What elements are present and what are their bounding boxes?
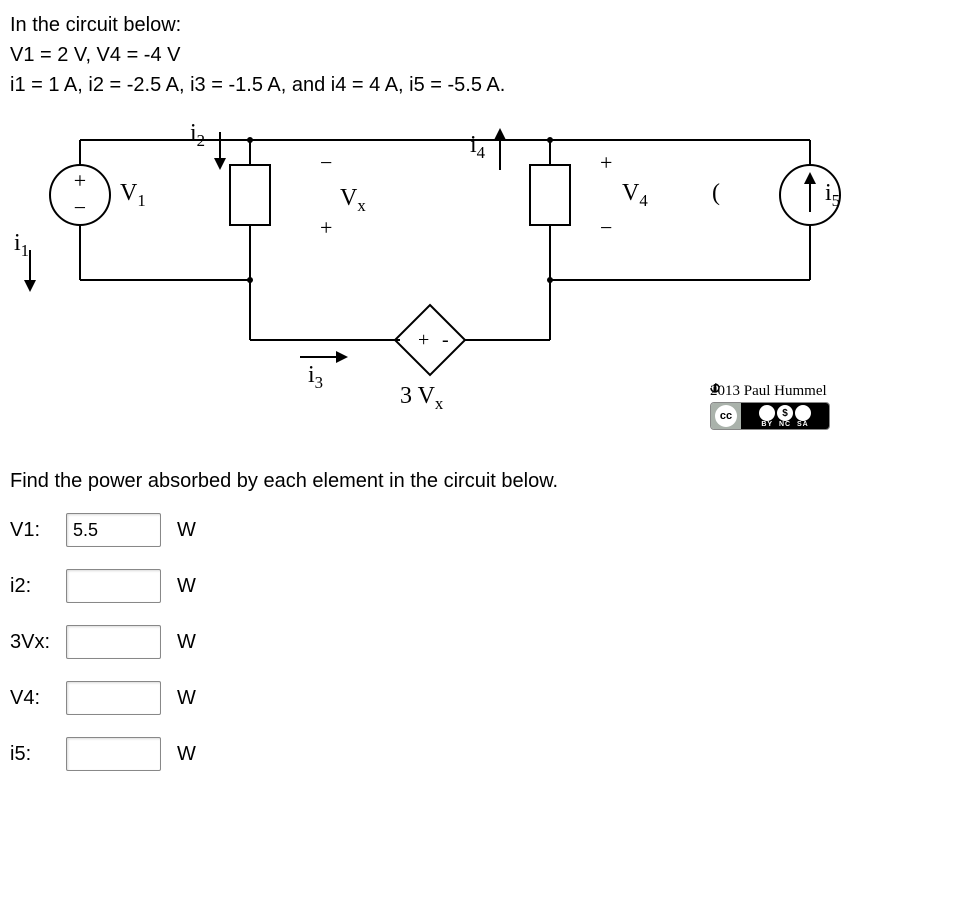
answer-input-i2[interactable] xyxy=(66,569,161,603)
cc-terms: $ BY NC SA xyxy=(741,403,829,429)
svg-text:−: − xyxy=(74,195,86,220)
circuit-diagram: + − + - xyxy=(10,120,850,440)
answer-row-3vx: 3Vx: W xyxy=(10,625,944,659)
cc-icon: cc xyxy=(711,403,741,429)
problem-line-3: i1 = 1 A, i2 = -2.5 A, i3 = -1.5 A, and … xyxy=(10,70,944,100)
answer-input-3vx[interactable] xyxy=(66,625,161,659)
answer-unit-3vx: W xyxy=(177,631,196,654)
answer-row-v1: V1: W xyxy=(10,513,944,547)
label-i1: i1 xyxy=(14,230,29,261)
label-i5-source: ( xyxy=(712,180,720,207)
cc-sa-icon xyxy=(795,405,811,421)
answer-label-3vx: 3Vx: xyxy=(10,631,60,654)
problem-line-1: In the circuit below: xyxy=(10,10,944,40)
svg-text:−: − xyxy=(600,215,612,240)
answer-label-v1: V1: xyxy=(10,519,60,542)
problem-statement: In the circuit below: V1 = 2 V, V4 = -4 … xyxy=(10,10,944,100)
svg-text:+: + xyxy=(320,215,332,240)
answer-row-i5: i5: W xyxy=(10,737,944,771)
answer-unit-i2: W xyxy=(177,575,196,598)
problem-line-2: V1 = 2 V, V4 = -4 V xyxy=(10,40,944,70)
cc-license-badge: cc $ BY NC SA xyxy=(710,402,830,430)
svg-text:+: + xyxy=(600,150,612,175)
label-vx: Vx xyxy=(340,185,366,216)
answer-input-v4[interactable] xyxy=(66,681,161,715)
answer-section: V1: W i2: W 3Vx: W V4: W i5: W xyxy=(10,513,944,771)
label-3vx: 3 Vx xyxy=(400,383,443,414)
cc-nc-icon: $ xyxy=(777,405,793,421)
label-i2: i2 xyxy=(190,120,205,151)
svg-text:+: + xyxy=(74,168,86,193)
answer-unit-i5: W xyxy=(177,743,196,766)
cc-bottom-labels: BY NC SA xyxy=(761,421,808,428)
label-i4: i4 xyxy=(470,132,485,163)
answer-input-i5[interactable] xyxy=(66,737,161,771)
cc-by-icon xyxy=(759,405,775,421)
answer-input-v1[interactable] xyxy=(66,513,161,547)
label-i3: i3 xyxy=(308,362,323,393)
question-text: Find the power absorbed by each element … xyxy=(10,470,944,493)
svg-text:-: - xyxy=(442,329,449,351)
answer-label-v4: V4: xyxy=(10,687,60,710)
answer-unit-v1: W xyxy=(177,519,196,542)
label-v1: V1 xyxy=(120,180,146,211)
answer-label-i5: i5: xyxy=(10,743,60,766)
answer-row-v4: V4: W xyxy=(10,681,944,715)
label-v4: V4 xyxy=(622,180,648,211)
svg-text:+: + xyxy=(418,329,429,351)
answer-row-i2: i2: W xyxy=(10,569,944,603)
answer-label-i2: i2: xyxy=(10,575,60,598)
label-i5: i5 xyxy=(825,180,840,211)
answer-unit-v4: W xyxy=(177,687,196,710)
attribution-block: 2013 Paul Hummel cc $ BY NC SA xyxy=(710,383,830,430)
svg-text:−: − xyxy=(320,150,332,175)
attribution-text: 2013 Paul Hummel xyxy=(710,383,830,400)
